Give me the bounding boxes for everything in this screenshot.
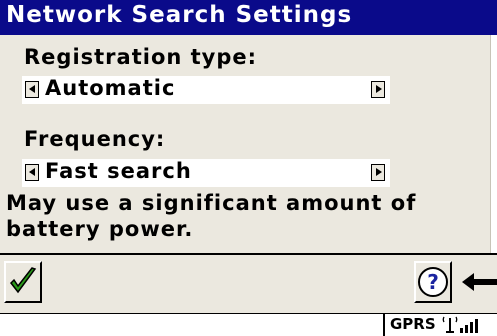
- toolbar: ?: [0, 253, 497, 313]
- frequency-prev-arrow-icon[interactable]: [25, 164, 39, 181]
- frequency-label: Frequency:: [24, 127, 166, 151]
- settings-panel: Registration type: Automatic Frequency: …: [0, 35, 497, 253]
- network-search-settings-screen: Network Search Settings Registration typ…: [0, 0, 497, 336]
- frequency-value: Fast search: [45, 159, 192, 183]
- signal-strength-icon: [442, 316, 478, 333]
- status-divider: [383, 314, 385, 336]
- registration-type-selector[interactable]: Automatic: [22, 76, 390, 104]
- registration-type-value: Automatic: [45, 76, 176, 100]
- svg-text:?: ?: [427, 270, 439, 294]
- frequency-next-arrow-icon[interactable]: [371, 164, 385, 181]
- scrollbar[interactable]: [490, 35, 497, 253]
- help-button[interactable]: ?: [414, 261, 452, 303]
- frequency-selector[interactable]: Fast search: [22, 159, 390, 187]
- registration-next-arrow-icon[interactable]: [371, 81, 385, 98]
- registration-type-label: Registration type:: [24, 45, 258, 69]
- back-arrow-icon: [462, 273, 497, 291]
- title-bar: Network Search Settings: [0, 0, 497, 35]
- registration-prev-arrow-icon[interactable]: [25, 81, 39, 98]
- gprs-indicator: GPRS: [390, 315, 436, 333]
- checkmark-icon: [10, 267, 37, 294]
- page-title: Network Search Settings: [6, 2, 353, 28]
- ok-button[interactable]: [4, 261, 42, 303]
- status-bar: GPRS: [0, 313, 497, 336]
- battery-warning-text: May use a significant amount of battery …: [6, 191, 417, 241]
- back-button[interactable]: [458, 261, 497, 303]
- question-mark-icon: ?: [418, 267, 448, 297]
